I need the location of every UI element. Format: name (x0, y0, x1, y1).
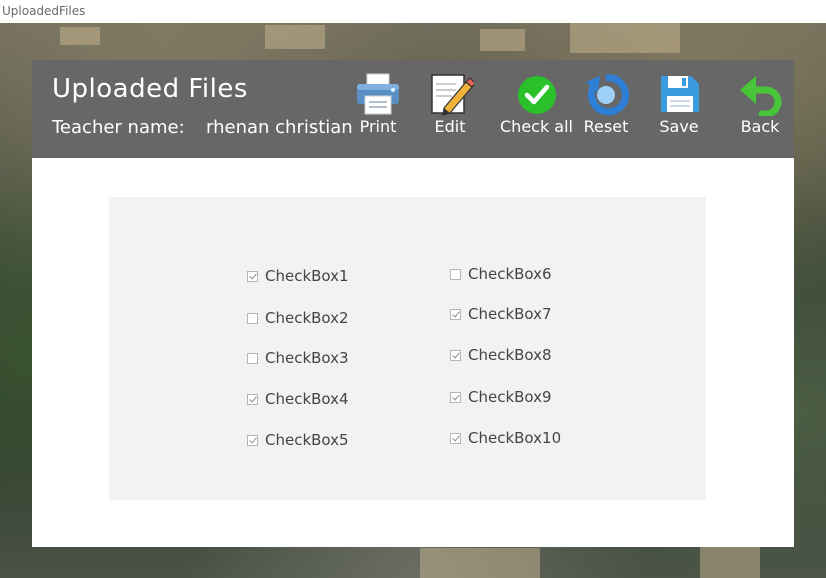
check-all-label: Check all (500, 117, 573, 136)
edit-button[interactable]: Edit (426, 72, 474, 136)
checkbox-label: CheckBox3 (265, 349, 349, 367)
checkbox-label: CheckBox7 (468, 305, 552, 323)
checkbox-panel: CheckBox1 CheckBox2 CheckBox3 CheckBox4 … (109, 197, 706, 500)
checkbox-box[interactable] (247, 352, 258, 364)
reset-arrow-icon (582, 72, 630, 116)
checkbox-10[interactable]: CheckBox10 (450, 429, 561, 447)
checkbox-label: CheckBox4 (265, 390, 349, 408)
page-title: Uploaded Files (52, 74, 248, 104)
checkbox-box[interactable] (450, 391, 461, 403)
save-label: Save (659, 117, 699, 136)
app-window: UploadedFiles Uploaded Files Teacher nam… (0, 0, 826, 578)
printer-icon (354, 72, 402, 116)
edit-pencil-icon (426, 72, 474, 116)
back-arrow-icon (736, 72, 784, 116)
check-all-button[interactable]: Check all (500, 72, 573, 136)
checkbox-label: CheckBox9 (468, 388, 552, 406)
teacher-name-label: Teacher name: (52, 117, 185, 138)
checkbox-9[interactable]: CheckBox9 (450, 388, 552, 406)
checkbox-label: CheckBox5 (265, 431, 349, 449)
reset-button[interactable]: Reset (582, 72, 630, 136)
check-circle-icon (513, 72, 561, 116)
checkbox-5[interactable]: CheckBox5 (247, 431, 349, 449)
checkbox-2[interactable]: CheckBox2 (247, 309, 349, 327)
checkbox-8[interactable]: CheckBox8 (450, 346, 552, 364)
checkbox-box[interactable] (450, 308, 461, 320)
checkbox-label: CheckBox6 (468, 265, 552, 283)
save-button[interactable]: Save (655, 72, 703, 136)
checkbox-3[interactable]: CheckBox3 (247, 349, 349, 367)
teacher-name-value: rhenan christian (206, 117, 353, 138)
checkbox-4[interactable]: CheckBox4 (247, 390, 349, 408)
reset-label: Reset (583, 117, 629, 136)
checkbox-box[interactable] (247, 393, 258, 405)
checkbox-box[interactable] (247, 270, 258, 282)
checkbox-7[interactable]: CheckBox7 (450, 305, 552, 323)
checkbox-label: CheckBox1 (265, 267, 349, 285)
checkbox-label: CheckBox2 (265, 309, 349, 327)
checkbox-box[interactable] (247, 312, 258, 324)
window-titlebar: UploadedFiles (0, 0, 826, 23)
edit-label: Edit (434, 117, 466, 136)
checkbox-6[interactable]: CheckBox6 (450, 265, 552, 283)
checkbox-box[interactable] (247, 434, 258, 446)
back-label: Back (740, 117, 780, 136)
checkbox-1[interactable]: CheckBox1 (247, 267, 349, 285)
back-button[interactable]: Back (736, 72, 784, 136)
header-bar: Uploaded Files Teacher name: rhenan chri… (32, 60, 794, 158)
window-title: UploadedFiles (2, 4, 86, 18)
checkbox-label: CheckBox10 (468, 429, 562, 447)
checkbox-box[interactable] (450, 268, 461, 280)
content-area: CheckBox1 CheckBox2 CheckBox3 CheckBox4 … (32, 158, 794, 547)
checkbox-label: CheckBox8 (468, 346, 552, 364)
checkbox-box[interactable] (450, 432, 461, 444)
print-label: Print (359, 117, 397, 136)
floppy-disk-icon (655, 72, 703, 116)
checkbox-box[interactable] (450, 349, 461, 361)
print-button[interactable]: Print (354, 72, 402, 136)
